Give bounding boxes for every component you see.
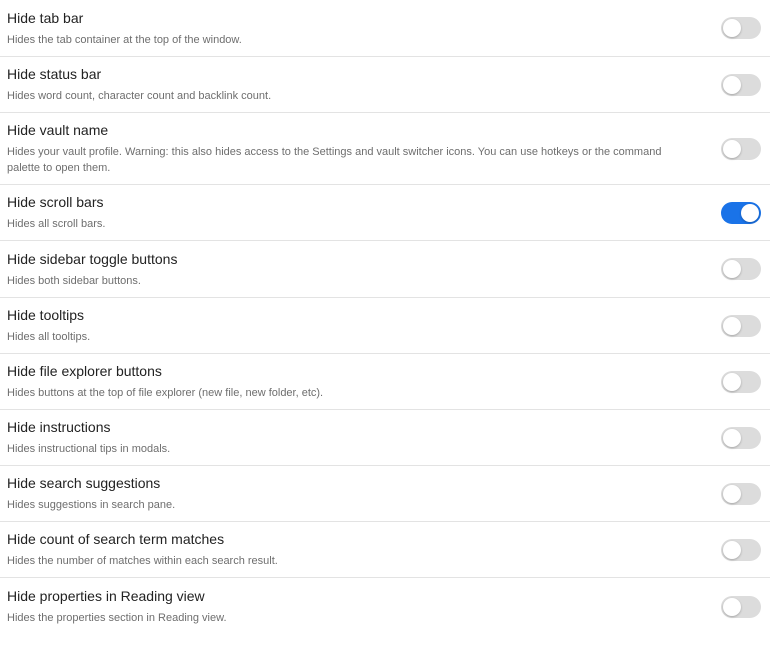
hide-properties-in-reading-view-toggle[interactable] <box>721 595 761 618</box>
setting-description: Hides all tooltips. <box>7 331 91 343</box>
setting-name: Hide status bar <box>7 66 102 82</box>
setting-description: Hides both sidebar buttons. <box>7 274 141 287</box>
setting-name: Hide sidebar toggle buttons <box>7 250 178 267</box>
setting-info: Hide tooltips Hides all tooltips. <box>7 306 721 345</box>
setting-hide-vault-name: Hide vault name Hides your vault profile… <box>0 113 770 185</box>
setting-description: Hides your vault profile. Warning: this … <box>7 146 662 174</box>
toggle-knob <box>723 139 741 158</box>
setting-hide-count-of-search-term-matches: Hide count of search term matches Hides … <box>0 522 770 578</box>
setting-hide-tooltips: Hide tooltips Hides all tooltips. <box>0 298 770 354</box>
setting-name: Hide scroll bars <box>7 194 104 210</box>
toggle-knob <box>723 597 741 616</box>
toggle-knob <box>723 540 741 559</box>
hide-file-explorer-buttons-toggle[interactable] <box>721 370 761 393</box>
toggle-knob <box>723 484 741 503</box>
hide-instructions-toggle[interactable] <box>721 426 761 449</box>
setting-description: Hides the properties section in Reading … <box>7 612 227 624</box>
setting-name: Hide file explorer buttons <box>7 363 162 379</box>
setting-name: Hide instructions <box>7 419 111 435</box>
setting-info: Hide file explorer buttons Hides buttons… <box>7 362 721 401</box>
setting-info: Hide scroll bars Hides all scroll bars. <box>7 193 721 232</box>
setting-hide-scroll-bars: Hide scroll bars Hides all scroll bars. <box>0 185 770 241</box>
setting-hide-sidebar-toggle-buttons: Hide sidebar toggle buttons Hides both s… <box>0 241 770 298</box>
settings-list: Hide tab bar Hides the tab container at … <box>0 0 770 635</box>
toggle-knob <box>723 75 741 94</box>
setting-hide-search-suggestions: Hide search suggestions Hides suggestion… <box>0 466 770 522</box>
setting-hide-file-explorer-buttons: Hide file explorer buttons Hides buttons… <box>0 354 770 410</box>
setting-name: Hide count of search term matches <box>7 531 225 547</box>
setting-name: Hide vault name <box>7 122 109 138</box>
setting-info: Hide tab bar Hides the tab container at … <box>7 9 721 48</box>
setting-hide-status-bar: Hide status bar Hides word count, charac… <box>0 57 770 113</box>
hide-count-of-search-term-matches-toggle[interactable] <box>721 538 761 561</box>
setting-hide-instructions: Hide instructions Hides instructional ti… <box>0 410 770 466</box>
setting-description: Hides the tab container at the top of th… <box>7 33 242 46</box>
setting-info: Hide sidebar toggle buttons Hides both s… <box>7 250 721 289</box>
setting-name: Hide search suggestions <box>7 475 161 491</box>
setting-info: Hide count of search term matches Hides … <box>7 530 721 569</box>
setting-description: Hides buttons at the top of file explore… <box>7 387 324 399</box>
setting-name: Hide tab bar <box>7 9 84 26</box>
setting-info: Hide properties in Reading view Hides th… <box>7 587 721 626</box>
hide-scroll-bars-toggle[interactable] <box>721 201 761 224</box>
setting-description: Hides instructional tips in modals. <box>7 443 171 455</box>
toggle-knob <box>723 372 741 391</box>
setting-name: Hide properties in Reading view <box>7 588 205 604</box>
hide-status-bar-toggle[interactable] <box>721 73 761 96</box>
hide-search-suggestions-toggle[interactable] <box>721 482 761 505</box>
hide-sidebar-toggle-buttons-toggle[interactable] <box>721 258 761 280</box>
toggle-knob <box>723 260 741 278</box>
setting-hide-properties-in-reading-view: Hide properties in Reading view Hides th… <box>0 578 770 635</box>
setting-info: Hide status bar Hides word count, charac… <box>7 65 721 104</box>
setting-info: Hide instructions Hides instructional ti… <box>7 418 721 457</box>
setting-description: Hides suggestions in search pane. <box>7 499 176 511</box>
toggle-knob <box>723 428 741 447</box>
toggle-knob <box>741 203 759 222</box>
hide-tooltips-toggle[interactable] <box>721 314 761 337</box>
setting-description: Hides all scroll bars. <box>7 218 106 230</box>
setting-hide-tab-bar: Hide tab bar Hides the tab container at … <box>0 0 770 57</box>
toggle-knob <box>723 19 741 37</box>
setting-description: Hides the number of matches within each … <box>7 555 278 567</box>
hide-tab-bar-toggle[interactable] <box>721 17 761 39</box>
toggle-knob <box>723 316 741 335</box>
setting-name: Hide tooltips <box>7 307 85 323</box>
setting-description: Hides word count, character count and ba… <box>7 90 272 102</box>
setting-info: Hide search suggestions Hides suggestion… <box>7 474 721 513</box>
setting-info: Hide vault name Hides your vault profile… <box>7 121 721 176</box>
hide-vault-name-toggle[interactable] <box>721 137 761 160</box>
